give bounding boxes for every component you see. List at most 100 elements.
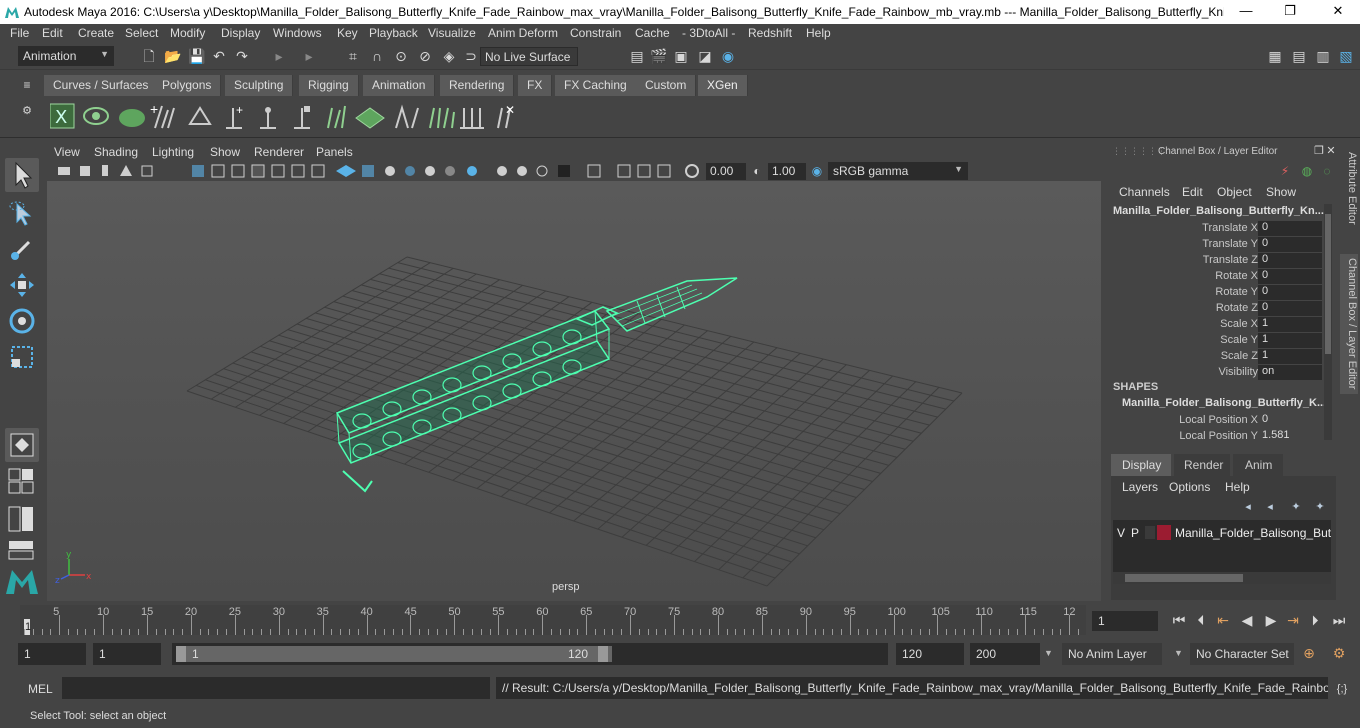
attr-value[interactable]: 0 [1258, 253, 1322, 268]
attr-scale-y[interactable]: Scale Y1 [1106, 333, 1326, 349]
snap-curve-icon[interactable]: ∩ [368, 47, 386, 65]
animation-start-field[interactable]: 1 [18, 643, 86, 665]
chevron-down-icon[interactable]: ▼ [1174, 648, 1183, 658]
tab-fx[interactable]: FX [518, 75, 553, 96]
layout-outliner-icon[interactable] [8, 506, 36, 537]
side-tab-channel-box[interactable]: Channel Box / Layer Editor [1340, 254, 1358, 394]
single-view-layout-button[interactable] [5, 428, 39, 462]
menu-create[interactable]: Create [78, 26, 114, 40]
menu-3dtoall[interactable]: - 3DtoAll - [682, 26, 735, 40]
layer-menu-layers[interactable]: Layers [1122, 480, 1158, 494]
channel-box-lock-icon[interactable]: ◍ [1298, 162, 1316, 180]
layer-tab-anim[interactable]: Anim [1233, 454, 1283, 476]
animation-end-field[interactable]: 200 [970, 643, 1040, 665]
modeling-toolkit-icon[interactable]: ▤ [1290, 47, 1308, 65]
layout-graph-icon[interactable] [8, 540, 36, 563]
menu-edit[interactable]: Edit [42, 26, 63, 40]
make-live-icon[interactable]: ⊃ [462, 47, 480, 65]
scale-tool-button[interactable] [5, 340, 39, 374]
minimize-button[interactable]: — [1236, 3, 1256, 21]
layer-visibility-toggle[interactable]: V [1117, 526, 1125, 540]
gamma-toggle-icon[interactable]: ◐ [748, 162, 766, 180]
redo-icon[interactable]: ↷ [233, 47, 251, 65]
attr-value[interactable]: 0 [1258, 301, 1322, 316]
new-layer-selected-icon[interactable]: ✦ [1287, 498, 1305, 516]
component-mode-icon[interactable]: ▸ [300, 47, 318, 65]
snap-grid-icon[interactable]: ⌗ [344, 47, 362, 65]
layer-row[interactable]: V P Manilla_Folder_Balisong_Butte [1113, 524, 1331, 542]
go-to-end-icon[interactable]: ⏭ [1330, 611, 1348, 629]
cb-menu-channels[interactable]: Channels [1119, 185, 1170, 199]
attr-value[interactable]: 0 [1258, 285, 1322, 300]
layer-name[interactable]: Manilla_Folder_Balisong_Butte [1175, 526, 1331, 540]
attr-scale-x[interactable]: Scale X1 [1106, 317, 1326, 333]
scrollbar-thumb[interactable] [1325, 214, 1331, 354]
select-tool-button[interactable] [5, 158, 39, 192]
shape-name[interactable]: Manilla_Folder_Balisong_Butterfly_K... [1122, 397, 1326, 409]
attr-value[interactable]: 1.581 [1258, 429, 1322, 444]
menu-help[interactable]: Help [806, 26, 831, 40]
tab-polygons[interactable]: Polygons [153, 75, 222, 96]
current-frame-field[interactable]: 1 [1092, 611, 1158, 631]
channel-box-key-icon[interactable]: ⚡ [1276, 162, 1294, 180]
menu-file[interactable]: File [10, 26, 29, 40]
tab-custom[interactable]: Custom [636, 75, 697, 96]
step-back-key-icon[interactable]: ⇤ [1214, 611, 1232, 629]
viewport-menu-show[interactable]: Show [210, 145, 240, 159]
attr-scale-z[interactable]: Scale Z1 [1106, 349, 1326, 365]
tab-fx-caching[interactable]: FX Caching [555, 75, 637, 96]
cb-menu-show[interactable]: Show [1266, 185, 1296, 199]
attr-value[interactable]: 0 [1258, 413, 1322, 428]
channel-box-scrollbar[interactable] [1324, 204, 1332, 440]
menu-redshift[interactable]: Redshift [748, 26, 792, 40]
select-mode-icon[interactable]: ▸ [270, 47, 288, 65]
layer-color-swatch[interactable] [1157, 525, 1171, 540]
object-name[interactable]: Manilla_Folder_Balisong_Butterfly_Kn... [1113, 205, 1324, 217]
colorspace-dropdown[interactable]: sRGB gamma ▼ [828, 162, 968, 180]
chevron-down-icon[interactable]: ▼ [1044, 648, 1053, 658]
new-layer-icon[interactable]: ✦ [1311, 498, 1329, 516]
shelf-menu-icon[interactable]: ≡ [18, 76, 36, 94]
play-backwards-icon[interactable]: ◀ [1238, 611, 1256, 629]
exposure-field[interactable]: 0.00 [706, 163, 746, 180]
anim-layer-field[interactable]: No Anim Layer [1062, 643, 1162, 665]
range-slider[interactable]: 1 120 [172, 643, 888, 665]
menu-windows[interactable]: Windows [273, 26, 322, 40]
tab-rendering[interactable]: Rendering [440, 75, 515, 96]
new-scene-icon[interactable]: 🗋 [140, 47, 158, 65]
layer-move-down-icon[interactable]: ◂ [1261, 498, 1279, 516]
menuset-dropdown[interactable]: Animation ▼ [18, 46, 114, 66]
snap-point-icon[interactable]: ⊙ [392, 47, 410, 65]
attribute-editor-toggle-icon[interactable]: ▥ [1314, 47, 1332, 65]
ipr-render-icon[interactable]: ▣ [672, 47, 690, 65]
paint-select-tool-button[interactable] [5, 232, 39, 266]
perspective-viewport[interactable]: x y z persp [47, 181, 1101, 601]
go-to-start-icon[interactable]: ⏮ [1170, 611, 1188, 629]
menu-key[interactable]: Key [337, 26, 358, 40]
playback-start-field[interactable]: 1 [93, 643, 161, 665]
render-settings-icon[interactable]: ▤ [628, 47, 646, 65]
menu-anim-deform[interactable]: Anim Deform [488, 26, 558, 40]
menu-select[interactable]: Select [125, 26, 158, 40]
viewport-menu-shading[interactable]: Shading [94, 145, 138, 159]
range-slider-left-grip[interactable] [176, 646, 186, 662]
channel-box-toggle-icon[interactable]: ▧ [1337, 47, 1355, 65]
render-frame-icon[interactable]: 🎬 [650, 47, 668, 65]
snap-surface-icon[interactable]: ◈ [440, 47, 458, 65]
menu-visualize[interactable]: Visualize [428, 26, 476, 40]
tab-animation[interactable]: Animation [363, 75, 436, 96]
step-forward-key-icon[interactable]: ⇥ [1284, 611, 1302, 629]
attr-translate-z[interactable]: Translate Z0 [1106, 253, 1326, 269]
range-slider-handle[interactable]: 1 120 [176, 646, 612, 662]
hypershade-icon[interactable]: ◉ [719, 47, 737, 65]
channel-box-mute-icon[interactable]: ◌ [1318, 162, 1336, 180]
attr-value[interactable]: 0 [1258, 221, 1322, 236]
attr-visibility[interactable]: Visibility on [1106, 365, 1326, 381]
attr-value[interactable]: on [1258, 365, 1322, 380]
snap-view-icon[interactable]: ⊘ [416, 47, 434, 65]
layer-tab-display[interactable]: Display [1111, 454, 1171, 476]
menu-modify[interactable]: Modify [170, 26, 205, 40]
script-editor-icon[interactable]: {;} [1333, 680, 1351, 698]
layer-playback-toggle[interactable]: P [1131, 526, 1139, 540]
mel-label[interactable]: MEL [28, 682, 53, 696]
